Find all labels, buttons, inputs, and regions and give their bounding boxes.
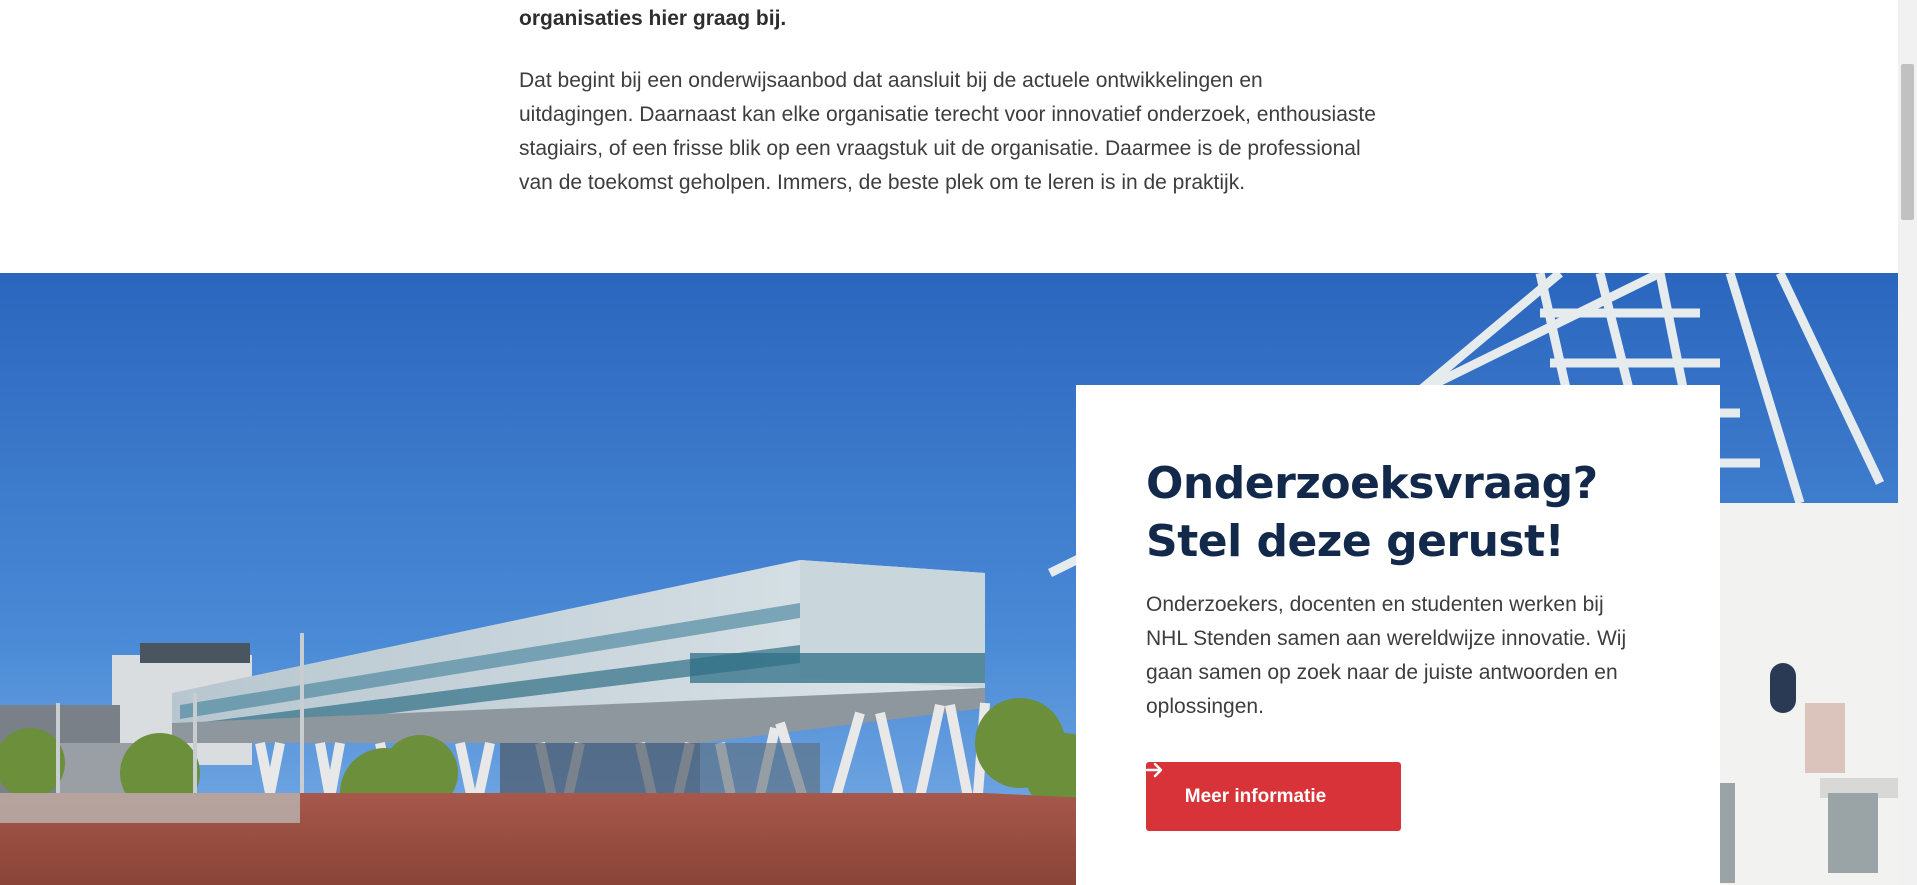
scrollbar-thumb[interactable] bbox=[1901, 64, 1914, 220]
arrow-right-icon bbox=[1146, 762, 1362, 805]
card-text: Onderzoekers, docenten en studenten werk… bbox=[1146, 593, 1627, 718]
card-title: Onderzoeksvraag? Stel deze gerust! bbox=[1146, 458, 1598, 567]
intro-section: organisaties hier graag bij. Dat begint … bbox=[519, 0, 1379, 200]
more-info-button-label: Meer informatie bbox=[1184, 785, 1327, 807]
hero-section: Onderzoeksvraag? Stel deze gerust! Onder… bbox=[0, 273, 1898, 885]
more-info-button[interactable]: Meer informatie bbox=[1146, 762, 1401, 831]
research-card: Onderzoeksvraag? Stel deze gerust! Onder… bbox=[1076, 385, 1720, 885]
page: organisaties hier graag bij. Dat begint … bbox=[0, 0, 1898, 885]
intro-body-text: Dat begint bij een onderwijsaanbod dat a… bbox=[519, 69, 1376, 194]
intro-lead-text: organisaties hier graag bij. bbox=[519, 7, 787, 30]
vertical-scrollbar[interactable] bbox=[1898, 0, 1917, 885]
